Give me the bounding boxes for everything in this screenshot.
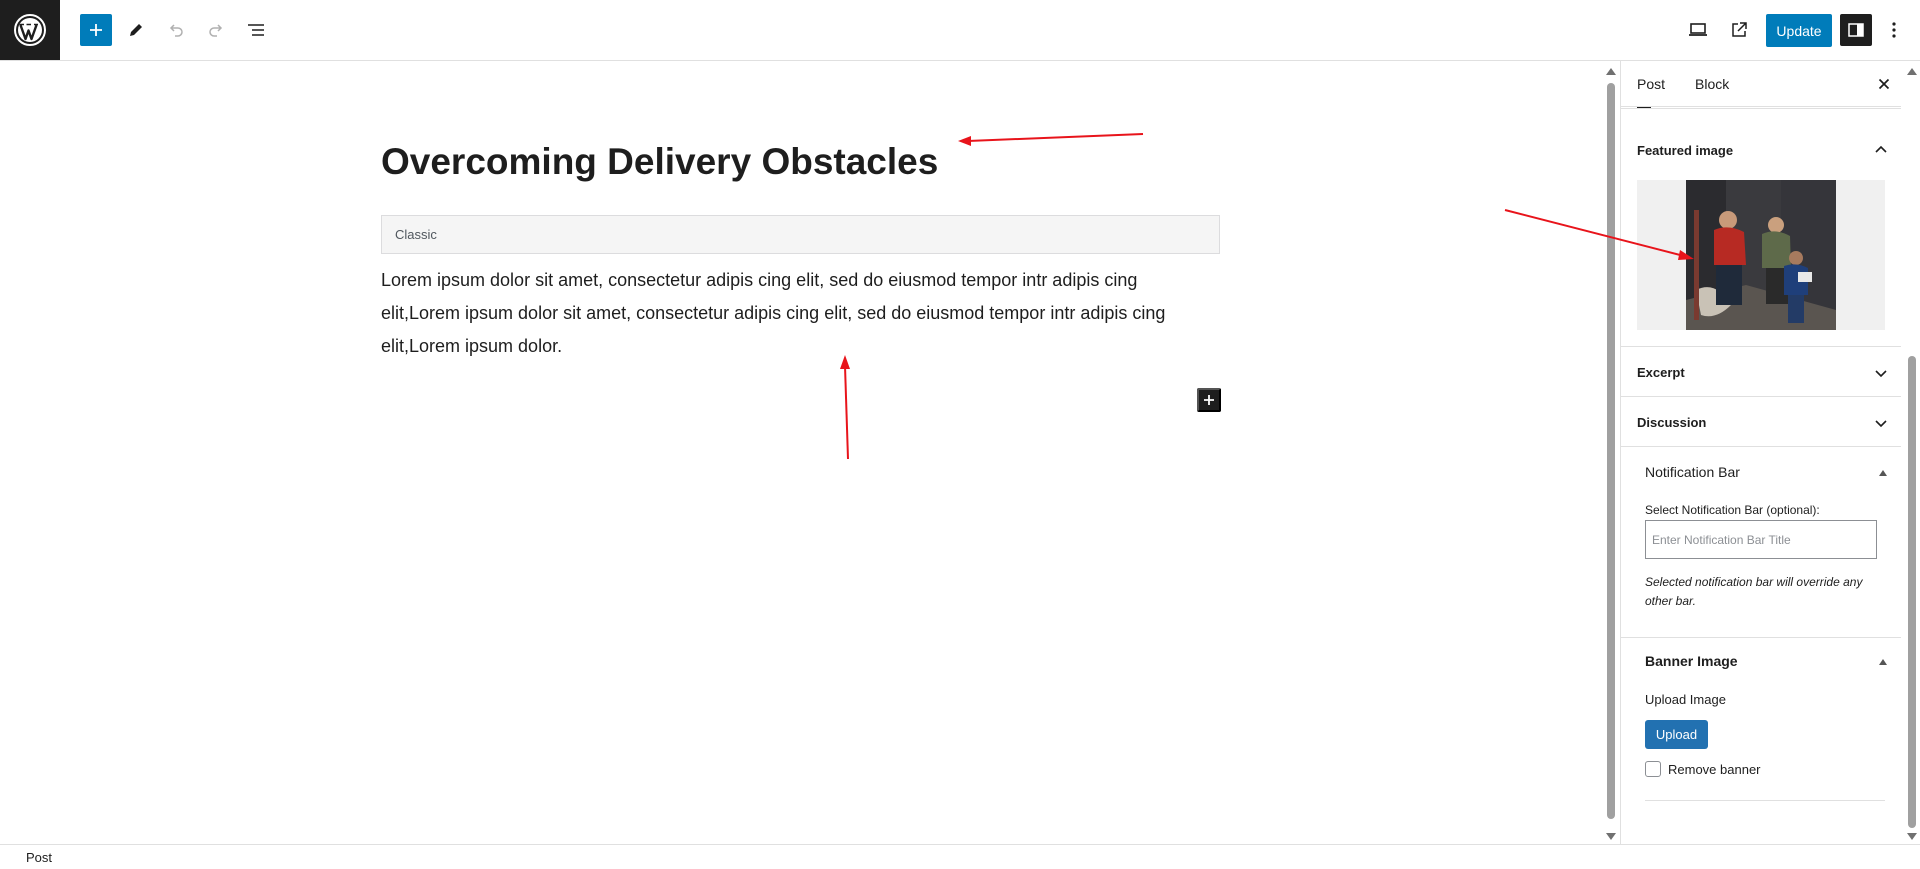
wordpress-logo-button[interactable] <box>0 0 60 60</box>
notification-bar-label: Select Notification Bar (optional): <box>1645 503 1820 517</box>
redo-button[interactable] <box>200 14 232 46</box>
classic-block-label: Classic <box>395 227 437 242</box>
editor-canvas[interactable]: Overcoming Delivery Obstacles Classic Lo… <box>0 61 1605 844</box>
remove-banner-checkbox[interactable] <box>1645 761 1661 777</box>
notification-bar-input[interactable] <box>1645 520 1877 559</box>
post-title[interactable]: Overcoming Delivery Obstacles <box>381 141 938 183</box>
list-view-icon <box>248 24 264 36</box>
triangle-up-icon <box>1879 659 1887 665</box>
upload-image-label: Upload Image <box>1645 692 1726 707</box>
settings-sidebar-toggle[interactable] <box>1840 14 1872 46</box>
scroll-up-arrow[interactable] <box>1907 68 1917 75</box>
notification-bar-note: Selected notification bar will override … <box>1645 575 1863 608</box>
close-sidebar-button[interactable] <box>1873 73 1895 95</box>
toggle-banner-image[interactable] <box>1875 654 1891 670</box>
desktop-preview-icon <box>1689 23 1707 36</box>
undo-button[interactable] <box>160 14 192 46</box>
settings-sidebar: Post Block Featured image Excerpt Discus… <box>1620 61 1901 844</box>
list-view-button[interactable] <box>240 14 272 46</box>
editor-header: Update <box>0 0 1920 61</box>
redo-icon <box>209 24 223 37</box>
chevron-down-icon <box>1875 370 1887 378</box>
editor-scrollbar[interactable] <box>1604 61 1617 844</box>
panel-notification-bar-title[interactable]: Notification Bar <box>1645 464 1740 480</box>
scroll-up-arrow[interactable] <box>1606 68 1616 75</box>
tab-post[interactable]: Post <box>1637 61 1665 107</box>
view-post-button[interactable] <box>1723 14 1755 46</box>
scroll-down-arrow[interactable] <box>1606 833 1616 840</box>
scrollbar-thumb[interactable] <box>1908 356 1916 828</box>
external-link-icon <box>1732 22 1747 37</box>
scrollbar-thumb[interactable] <box>1607 83 1615 819</box>
panel-excerpt-title[interactable]: Excerpt <box>1637 365 1685 380</box>
expand-discussion[interactable] <box>1873 416 1889 432</box>
sidebar-toggle-icon <box>1848 23 1864 37</box>
remove-banner-label: Remove banner <box>1668 761 1761 777</box>
pencil-icon <box>130 24 142 36</box>
toggle-notification-bar[interactable] <box>1875 465 1891 481</box>
tab-block[interactable]: Block <box>1695 61 1729 107</box>
close-icon <box>1878 78 1890 90</box>
options-button[interactable] <box>1880 14 1908 46</box>
wordpress-logo-icon <box>14 14 46 46</box>
upload-banner-button[interactable]: Upload <box>1645 720 1708 749</box>
more-vertical-icon <box>1892 22 1896 38</box>
preview-button[interactable] <box>1682 14 1714 46</box>
post-body-paragraph[interactable]: Lorem ipsum dolor sit amet, consectetur … <box>381 264 1191 363</box>
featured-image-frame[interactable] <box>1637 180 1885 330</box>
add-block-button[interactable] <box>1197 388 1221 412</box>
editor-footer: Post <box>0 844 1920 869</box>
triangle-up-icon <box>1879 470 1887 476</box>
update-button[interactable]: Update <box>1766 14 1832 47</box>
plus-icon <box>1204 395 1214 405</box>
featured-image-thumbnail[interactable] <box>1686 180 1836 330</box>
panel-featured-image-title[interactable]: Featured image <box>1637 143 1733 158</box>
scroll-down-arrow[interactable] <box>1907 833 1917 840</box>
chevron-down-icon <box>1875 420 1887 428</box>
panel-banner-image-title[interactable]: Banner Image <box>1645 653 1738 669</box>
sidebar-tabs: Post Block <box>1621 61 1901 107</box>
block-inserter-button[interactable] <box>80 14 112 46</box>
undo-icon <box>169 24 183 37</box>
remove-banner-option[interactable]: Remove banner <box>1645 761 1761 777</box>
expand-excerpt[interactable] <box>1873 366 1889 382</box>
breadcrumb[interactable]: Post <box>26 850 52 865</box>
tab-block-label: Block <box>1695 76 1730 92</box>
panel-discussion-title[interactable]: Discussion <box>1637 415 1706 430</box>
chevron-up-icon <box>1875 145 1887 153</box>
tools-button[interactable] <box>120 14 152 46</box>
plus-icon <box>90 24 102 36</box>
classic-block-toolbar[interactable]: Classic <box>381 215 1220 254</box>
sidebar-scrollbar[interactable] <box>1904 61 1920 844</box>
tab-post-label: Post <box>1637 76 1666 92</box>
collapse-featured-image[interactable] <box>1873 141 1889 157</box>
